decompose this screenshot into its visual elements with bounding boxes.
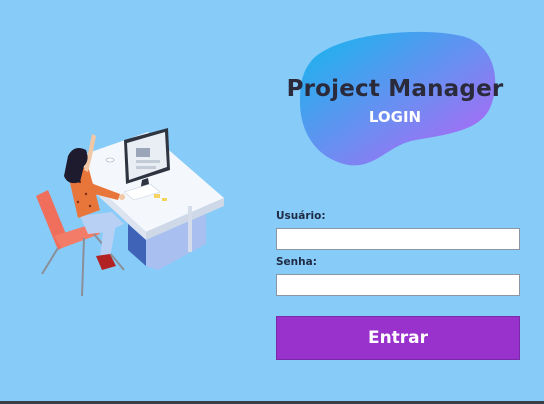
login-window: Project Manager LOGIN Usuário: Senha: En…	[0, 0, 544, 404]
password-field[interactable]	[276, 274, 520, 296]
password-label: Senha:	[276, 256, 317, 268]
username-label: Usuário:	[276, 210, 326, 222]
person-at-computer-illustration	[36, 128, 224, 297]
app-title: Project Manager	[286, 76, 504, 102]
login-button[interactable]: Entrar	[276, 316, 520, 360]
username-field[interactable]	[276, 228, 520, 250]
login-subtitle: LOGIN	[368, 108, 422, 126]
